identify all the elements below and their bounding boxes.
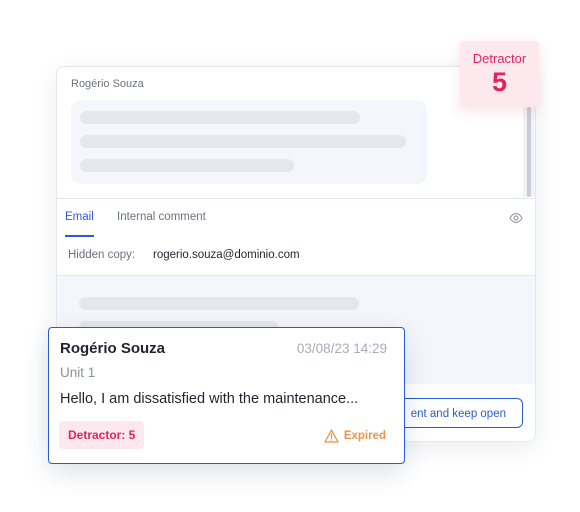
compose-tabs: Email Internal comment [57, 198, 535, 238]
skeleton-line [80, 159, 294, 172]
hidden-copy-row: Hidden copy: rogerio.souza@dominio.com [57, 237, 535, 276]
tab-internal-comment[interactable]: Internal comment [117, 199, 206, 237]
ticket-customer-name: Rogério Souza [60, 340, 166, 357]
score-label: Detractor [472, 51, 527, 66]
hidden-copy-label: Hidden copy: [68, 249, 136, 261]
eye-icon[interactable] [509, 212, 523, 224]
ticket-message-preview: Hello, I am dissatisfied with the mainte… [60, 391, 359, 407]
message-author: Rogério Souza [71, 78, 144, 90]
tab-email[interactable]: Email [65, 199, 94, 237]
ticket-timestamp: 03/08/23 14:29 [296, 341, 387, 356]
score-value: 5 [491, 67, 508, 97]
skeleton-line [80, 111, 360, 124]
detractor-tag: Detractor: 5 [59, 421, 145, 449]
scrollbar-thumb[interactable] [527, 107, 531, 197]
skeleton-line [80, 135, 406, 148]
ticket-unit: Unit 1 [60, 365, 96, 380]
status-label: Expired [343, 429, 386, 442]
nps-score-badge: Detractor 5 [460, 41, 539, 107]
message-bubble-placeholder [71, 100, 427, 184]
hidden-copy-email[interactable]: rogerio.souza@dominio.com [153, 249, 300, 261]
warning-icon [324, 429, 339, 443]
ticket-status: Expired [324, 427, 386, 443]
ticket-card[interactable]: Rogério Souza 03/08/23 14:29 Unit 1 Hell… [48, 327, 405, 464]
skeleton-line [79, 297, 359, 310]
